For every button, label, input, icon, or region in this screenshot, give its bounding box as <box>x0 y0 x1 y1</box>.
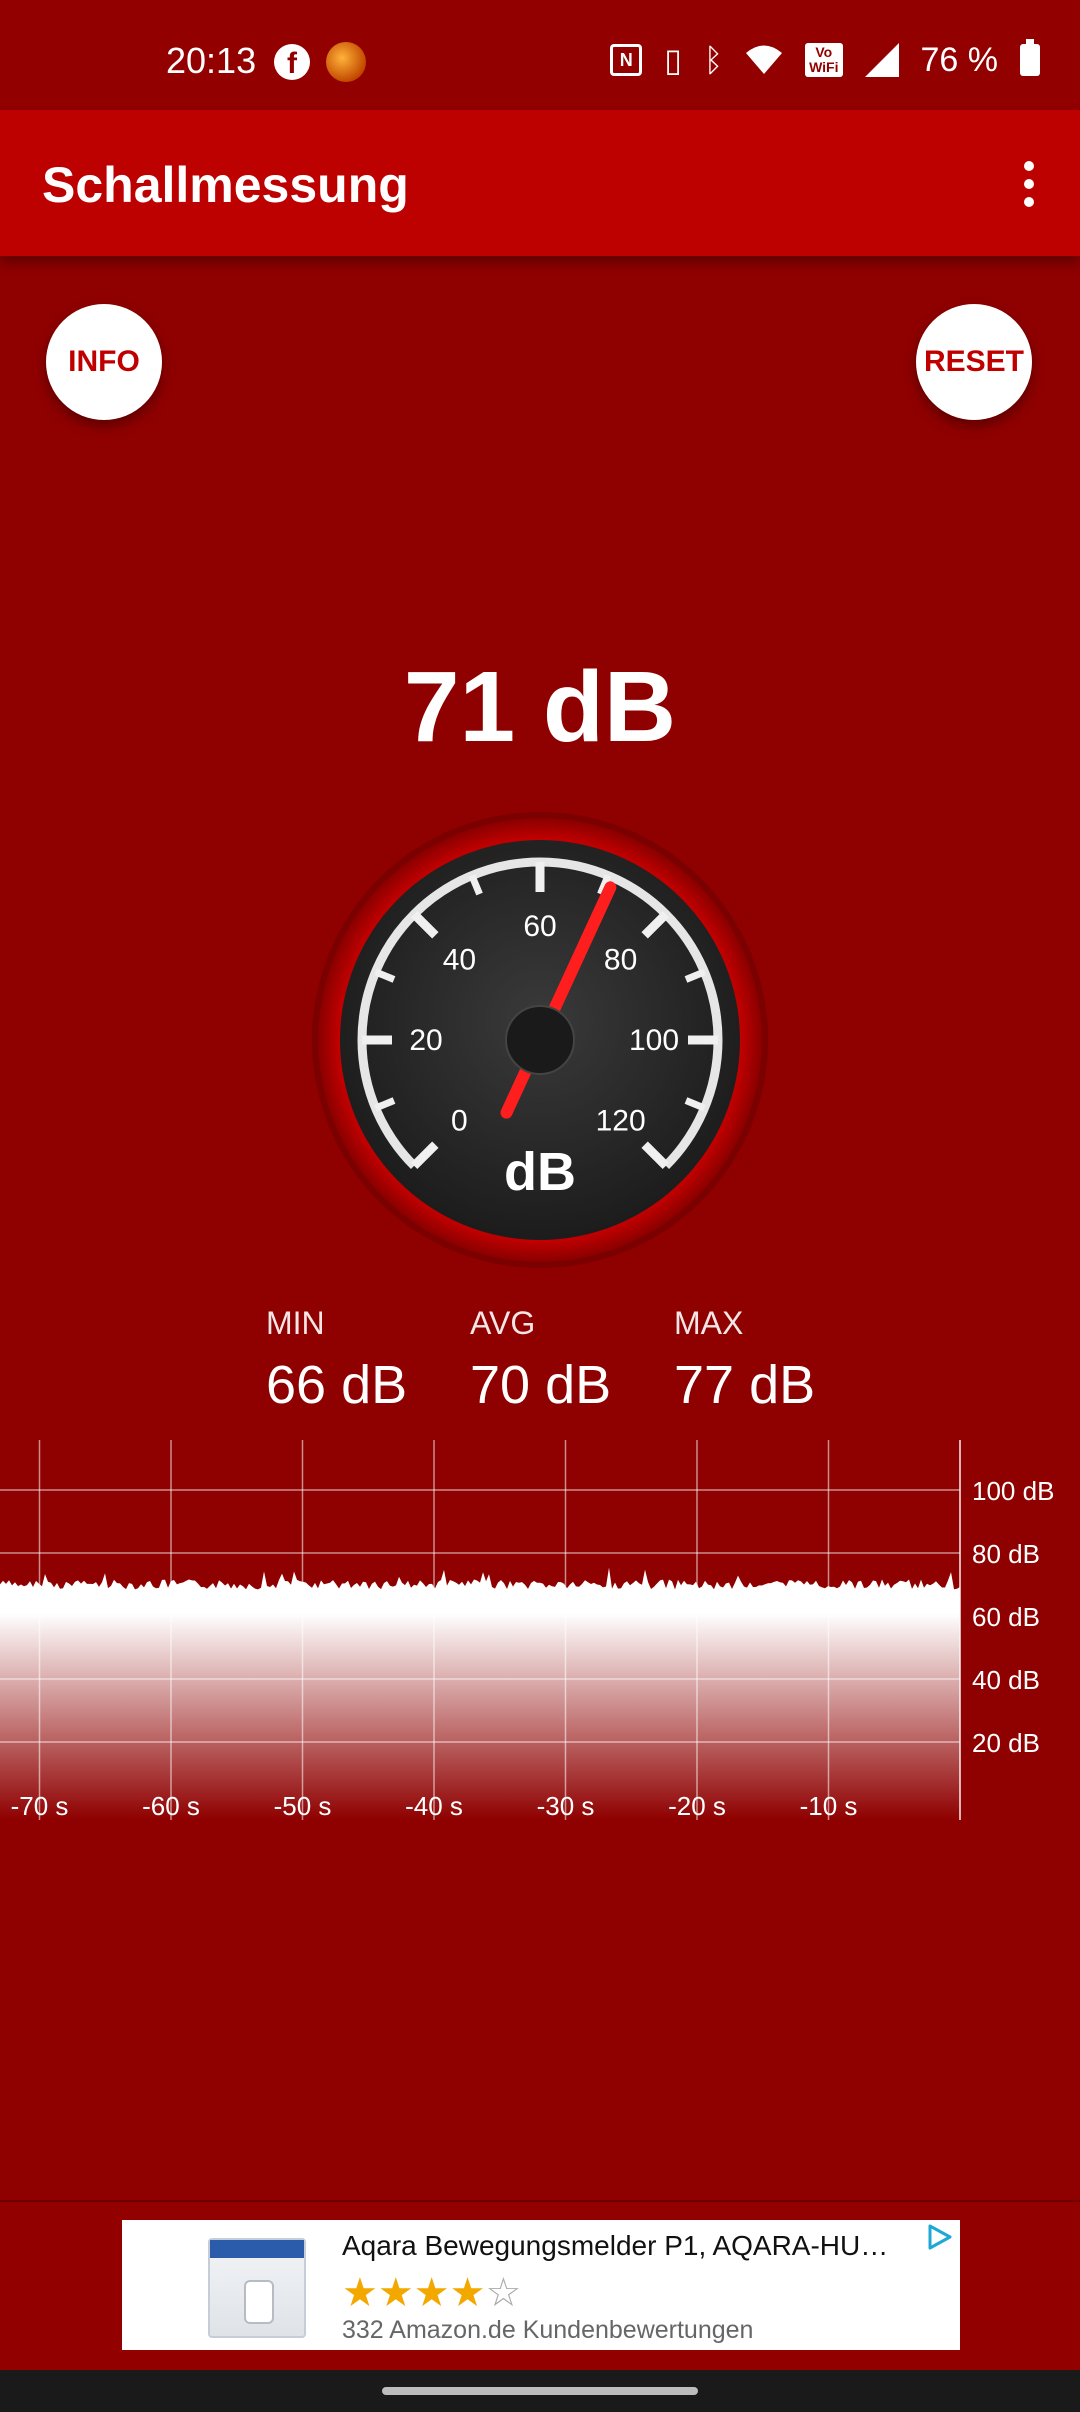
status-icons: N ▯ ᛒ Vo WiFi 76 % <box>610 39 1040 80</box>
history-level-area <box>0 1567 960 1820</box>
vowifi-icon: Vo WiFi <box>805 43 843 77</box>
graph-y-label: 40 dB <box>972 1665 1040 1695</box>
graph-x-label: -60 s <box>142 1791 200 1821</box>
max-label: MAX <box>674 1305 744 1341</box>
ad-choices-icon[interactable] <box>924 2222 954 2252</box>
gauge-label: 40 <box>443 943 476 976</box>
graph-x-label: -30 s <box>537 1791 595 1821</box>
bluetooth-icon: ᛒ <box>703 42 724 78</box>
wifi-icon <box>746 45 783 74</box>
avg-stat: AVG 70 dB <box>470 1305 670 1416</box>
graph-y-label: 60 dB <box>972 1602 1040 1632</box>
graph-x-label: -40 s <box>405 1791 463 1821</box>
gauge-label: 120 <box>596 1105 646 1138</box>
graph-x-label: -20 s <box>668 1791 726 1821</box>
current-db-readout: 71 dB <box>403 651 677 763</box>
signal-icon <box>864 43 899 77</box>
more-vert-icon[interactable] <box>1004 154 1054 214</box>
gauge-hub <box>505 1005 575 1075</box>
ad-rating-stars: ★★★★☆ <box>342 2271 522 2315</box>
battery-text: 76 % <box>920 40 999 79</box>
ad-title[interactable]: Aqara Bewegungsmelder P1, AQARA-HUB… <box>342 2230 902 2262</box>
history-graph: 100 dB 80 dB 60 dB 40 dB 20 dB -70 s -60 s -50 … <box>0 1440 1054 1821</box>
app-title: Schallmessung <box>42 157 409 213</box>
gauge-label: 0 <box>451 1105 468 1138</box>
gauge-label: 80 <box>604 943 637 976</box>
ad-product-image[interactable] <box>208 2238 306 2338</box>
avg-label: AVG <box>470 1305 536 1341</box>
ad-banner[interactable]: Aqara Bewegungsmelder P1, AQARA-HUB… ★★★… <box>122 2220 960 2350</box>
gauge-label: 20 <box>409 1024 442 1057</box>
reset-button[interactable]: RESET <box>916 304 1032 420</box>
ad-reviews: 332 Amazon.de Kundenbewertungen <box>342 2316 754 2344</box>
gauge-label: 60 <box>523 910 556 943</box>
min-value: 66 dB <box>266 1355 408 1415</box>
facebook-icon: f <box>274 44 310 80</box>
gauge-unit: dB <box>504 1142 576 1202</box>
status-time: 20:13 <box>166 40 257 81</box>
app-bar: Schallmessung <box>0 110 1080 256</box>
gesture-handle[interactable] <box>382 2387 698 2395</box>
graph-y-label: 100 dB <box>972 1476 1054 1506</box>
graph-y-label: 80 dB <box>972 1539 1040 1569</box>
nav-bar <box>0 2370 1080 2412</box>
gauge-label: 100 <box>629 1024 679 1057</box>
info-button[interactable]: INFO <box>46 304 162 420</box>
battery-icon <box>1020 39 1040 76</box>
graph-x-label: -70 s <box>11 1791 69 1821</box>
graph-y-label: 20 dB <box>972 1728 1040 1758</box>
game-app-icon <box>326 42 366 82</box>
vibrate-icon: ▯ <box>664 42 682 78</box>
min-stat: MIN 66 dB <box>266 1305 466 1416</box>
graph-x-label: -50 s <box>274 1791 332 1821</box>
min-label: MIN <box>266 1305 325 1341</box>
max-stat: MAX 77 dB <box>674 1305 874 1416</box>
nfc-icon: N <box>610 44 643 76</box>
sound-level-gauge: 0 20 40 60 80 100 120 dB <box>312 812 768 1268</box>
status-bar: 20:13 f N ▯ ᛒ Vo WiFi 76 % <box>0 0 1080 110</box>
avg-value: 70 dB <box>470 1355 612 1415</box>
graph-x-label: -10 s <box>800 1791 858 1821</box>
max-value: 77 dB <box>674 1355 816 1415</box>
